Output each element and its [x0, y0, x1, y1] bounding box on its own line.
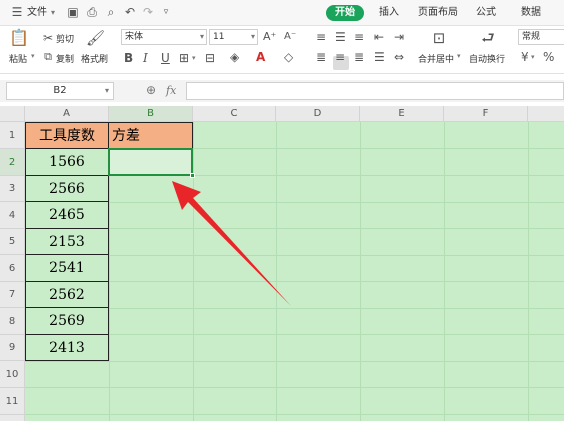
name-box[interactable]: B2 ▾ [6, 82, 114, 100]
cell-reference: B2 [53, 85, 67, 96]
align-right-icon[interactable]: ≣ [354, 50, 364, 64]
currency-icon[interactable]: ¥ [521, 50, 529, 64]
insert-function-icon[interactable]: fx [166, 84, 176, 97]
font-size-value: 11 [213, 32, 225, 42]
bold-button[interactable]: B [124, 51, 133, 65]
arrow-shape [172, 181, 291, 306]
decrease-font-size-icon[interactable]: A⁻ [284, 30, 296, 44]
font-name-value: 宋体 [125, 32, 144, 42]
justify-icon[interactable]: ☰ [374, 50, 385, 64]
scissors-icon[interactable]: ✂ [42, 31, 54, 45]
menu-bar: ☰ 文件 ▾ ▣ ⎙ ⌕ ↶ ↷ ▿ 开始 插入 页面布局 公式 数据 [0, 0, 564, 26]
print-preview-icon[interactable]: ⌕ [104, 5, 118, 19]
zoom-function-icon[interactable]: ⊕ [146, 83, 156, 97]
chevron-down-icon: ▾ [199, 32, 204, 41]
chevron-down-icon: ▾ [250, 32, 255, 41]
formula-bar: B2 ▾ ⊕ fx [0, 80, 564, 102]
format-painter-icon[interactable]: 🖌 [86, 29, 105, 47]
number-format-value: 常规 [522, 32, 541, 42]
format-painter-button[interactable]: 格式刷 [81, 52, 108, 65]
chevron-down-icon: ▾ [104, 86, 109, 95]
tab-insert[interactable]: 插入 [379, 5, 399, 21]
distributed-icon[interactable]: ⇔ [394, 50, 404, 64]
borders-icon[interactable]: ⊞ [179, 51, 189, 65]
paste-icon[interactable]: 📋 [9, 29, 29, 47]
save-icon[interactable]: ▣ [66, 5, 80, 19]
wrap-text-button[interactable]: 自动换行 [469, 52, 505, 65]
redo-icon[interactable]: ↷ [141, 5, 155, 19]
align-left-icon[interactable]: ≣ [316, 50, 326, 64]
align-bottom-icon[interactable]: ≡ [354, 30, 364, 44]
file-menu[interactable]: 文件 [27, 5, 47, 21]
red-arrow-annotation [172, 181, 291, 306]
indent-decrease-icon[interactable]: ⇤ [374, 30, 384, 44]
indent-increase-icon[interactable]: ⇥ [394, 30, 404, 44]
wrap-text-icon[interactable]: ⮐ [479, 29, 497, 47]
percent-button[interactable]: % [543, 50, 554, 64]
number-format-dropdown[interactable]: 常规 [518, 29, 564, 45]
font-name-dropdown[interactable]: 宋体 ▾ [121, 29, 207, 45]
currency-chevron-icon[interactable]: ▾ [531, 50, 535, 64]
tab-home[interactable]: 开始 [326, 5, 364, 21]
increase-font-size-icon[interactable]: A⁺ [263, 30, 276, 44]
ribbon-toolbar: 📋 粘贴 ▾ ✂ 剪切 ⧉ 复制 🖌 格式刷 宋体 ▾ 11 ▾ A⁺ A⁻ B… [0, 26, 564, 74]
cell-style-icon[interactable]: ⊟ [205, 51, 215, 65]
cut-button[interactable]: 剪切 [56, 32, 74, 45]
borders-chevron-icon[interactable]: ▾ [192, 51, 196, 65]
clear-format-icon[interactable]: ◇ [284, 50, 293, 64]
merge-chevron-icon[interactable]: ▾ [457, 52, 461, 60]
underline-button[interactable]: U [161, 51, 170, 65]
tab-page-layout[interactable]: 页面布局 [418, 5, 458, 21]
customize-toolbar-icon[interactable]: ▿ [159, 5, 173, 19]
align-center-icon[interactable]: ≡ [335, 50, 345, 64]
formula-input[interactable] [186, 82, 564, 100]
copy-icon[interactable]: ⧉ [42, 50, 54, 64]
merge-center-button[interactable]: 合并居中 [418, 52, 454, 65]
tab-formulas[interactable]: 公式 [476, 5, 496, 21]
undo-icon[interactable]: ↶ [123, 5, 137, 19]
paste-chevron-icon[interactable]: ▾ [31, 52, 35, 60]
hamburger-menu-icon[interactable]: ☰ [10, 5, 24, 19]
spreadsheet-grid[interactable]: A B C D E F 1 2 3 4 5 6 7 8 9 10 11 工具度数… [0, 106, 564, 421]
font-size-dropdown[interactable]: 11 ▾ [209, 29, 258, 45]
tab-data[interactable]: 数据 [521, 5, 541, 21]
font-color-icon[interactable]: A [256, 50, 265, 64]
italic-button[interactable]: I [143, 51, 148, 65]
paste-button[interactable]: 粘贴 [9, 52, 27, 65]
fill-color-icon[interactable]: ◈ [230, 50, 239, 64]
merge-cells-icon[interactable]: ⊡ [430, 29, 448, 47]
align-top-icon[interactable]: ≡ [316, 30, 326, 44]
align-middle-icon[interactable]: ☰ [335, 30, 346, 44]
print-icon[interactable]: ⎙ [85, 5, 99, 19]
file-menu-chevron-icon[interactable]: ▾ [51, 5, 55, 21]
copy-button[interactable]: 复制 [56, 52, 74, 65]
